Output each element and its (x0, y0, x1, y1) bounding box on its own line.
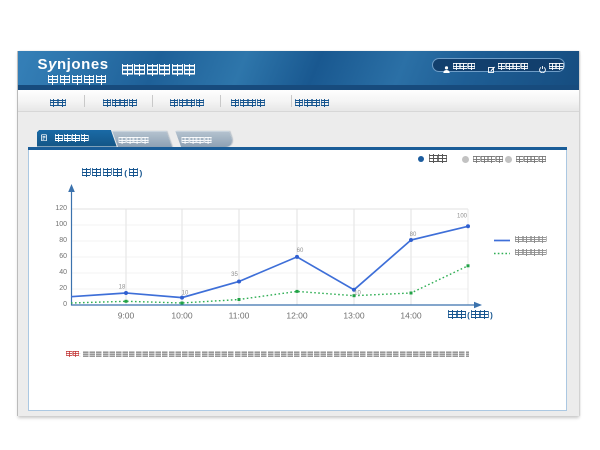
svg-text:40: 40 (59, 269, 67, 276)
svg-text:9:00: 9:00 (118, 310, 135, 320)
svg-text:10: 10 (182, 290, 189, 296)
svg-text:100: 100 (457, 213, 468, 219)
svg-text:0: 0 (63, 301, 67, 308)
svg-text:60: 60 (297, 248, 304, 254)
svg-text:80: 80 (410, 232, 417, 238)
svg-text:80: 80 (59, 237, 67, 244)
svg-text:60: 60 (59, 253, 67, 260)
svg-text:10:00: 10:00 (171, 310, 193, 320)
svg-text:14:00: 14:00 (400, 310, 422, 320)
svg-text:18: 18 (119, 284, 126, 290)
svg-text:10: 10 (354, 290, 361, 296)
svg-text:13:00: 13:00 (343, 310, 365, 320)
svg-text:35: 35 (231, 272, 238, 278)
svg-text:100: 100 (55, 221, 67, 228)
svg-text:20: 20 (59, 285, 67, 292)
svg-text:11:00: 11:00 (229, 310, 250, 320)
svg-text:120: 120 (55, 205, 67, 212)
svg-text:12:00: 12:00 (286, 310, 308, 320)
